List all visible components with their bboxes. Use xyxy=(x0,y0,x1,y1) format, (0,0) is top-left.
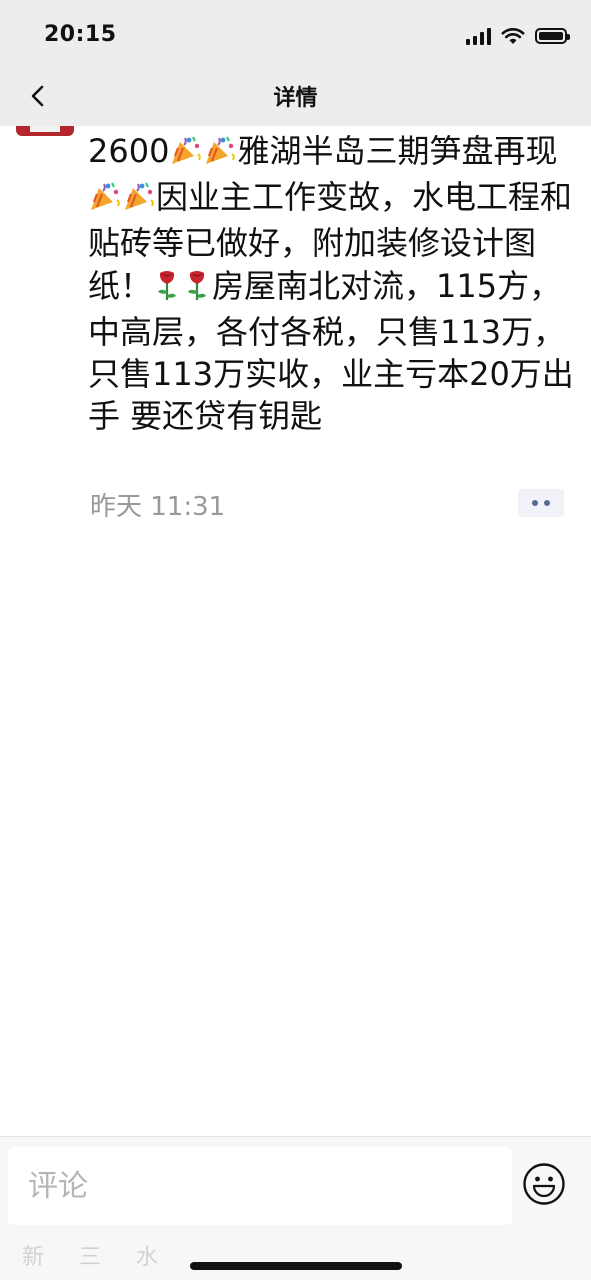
post-text-segment: 2600 xyxy=(88,132,170,170)
party-popper-icon xyxy=(88,180,122,222)
party-popper-icon xyxy=(203,134,237,176)
more-actions-button[interactable] xyxy=(518,489,564,517)
rose-icon xyxy=(152,269,182,311)
dot-icon xyxy=(532,500,538,506)
wifi-icon xyxy=(501,28,525,44)
signal-icon xyxy=(466,27,491,45)
post-text: 2600 雅湖半岛三期笋盘再现因业主工作变故，水电工程和贴砖等已做好，附加装修设计… xyxy=(88,130,576,437)
page-title: 详情 xyxy=(273,86,318,111)
nav-bar: 详情 xyxy=(0,66,591,126)
home-indicator xyxy=(190,1262,402,1270)
comment-input[interactable] xyxy=(8,1147,512,1225)
post-text-segment: 雅湖半岛三期笋盘再现 xyxy=(237,132,558,170)
post-timestamp: 昨天 11:31 xyxy=(90,492,226,522)
status-time: 20:15 xyxy=(44,22,117,47)
smiley-icon xyxy=(523,1163,565,1205)
rose-icon xyxy=(182,269,212,311)
status-icons xyxy=(466,24,570,48)
battery-icon xyxy=(535,28,570,44)
party-popper-icon xyxy=(122,180,156,222)
emoji-button[interactable] xyxy=(522,1162,566,1206)
watermark-text: 新 三 水 xyxy=(22,1245,172,1270)
avatar[interactable] xyxy=(16,126,74,136)
dot-icon xyxy=(544,500,550,506)
party-popper-icon xyxy=(169,134,203,176)
status-bar: 20:15 xyxy=(0,0,591,66)
comment-bar: 新 三 水 xyxy=(0,1136,591,1280)
